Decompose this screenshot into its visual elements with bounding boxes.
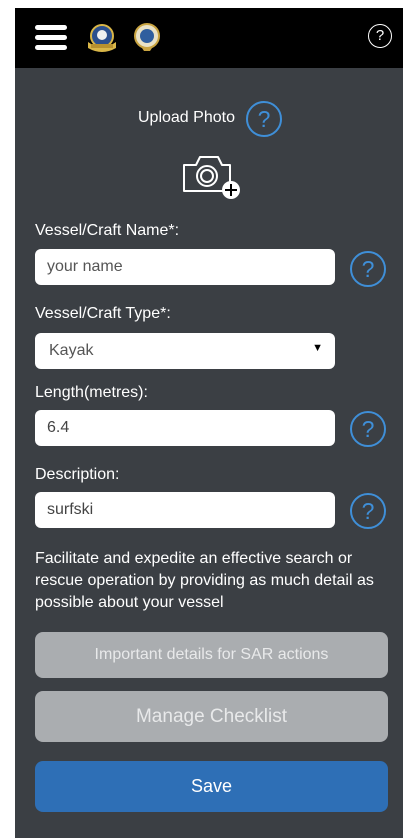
phone-frame: ? Upload Photo ? Vessel/Craft Name*: ? V… (0, 0, 403, 838)
vessel-type-label: Vessel/Craft Type*: (35, 305, 171, 322)
camera-add-icon[interactable] (180, 151, 244, 201)
description-input[interactable] (35, 492, 335, 528)
upload-help-icon[interactable]: ? (246, 101, 282, 137)
vessel-type-select[interactable]: Kayak ▼ (35, 333, 335, 369)
top-bar: ? (15, 8, 403, 68)
vessel-name-input[interactable] (35, 249, 335, 285)
coast-guard-emblem-logo (88, 24, 116, 52)
vessel-name-label: Vessel/Craft Name*: (35, 222, 180, 239)
vessel-type-value: Kayak (49, 342, 94, 359)
length-label: Length(metres): (35, 384, 148, 401)
save-button[interactable]: Save (35, 761, 388, 812)
vessel-name-help-icon[interactable]: ? (350, 251, 386, 287)
help-icon[interactable]: ? (368, 24, 392, 48)
upload-photo-label: Upload Photo (138, 109, 235, 126)
sar-details-button[interactable]: Important details for SAR actions (35, 632, 388, 678)
length-input[interactable] (35, 410, 335, 446)
description-help-icon[interactable]: ? (350, 493, 386, 529)
length-help-icon[interactable]: ? (350, 411, 386, 447)
description-label: Description: (35, 466, 120, 483)
dropdown-arrow-icon: ▼ (312, 342, 323, 354)
hamburger-menu-icon[interactable] (35, 25, 67, 51)
info-text: Facilitate and expedite an effective sea… (35, 550, 374, 611)
round-seal-emblem-logo (134, 23, 160, 51)
manage-checklist-button[interactable]: Manage Checklist (35, 691, 388, 742)
app-screen: ? Upload Photo ? Vessel/Craft Name*: ? V… (15, 8, 403, 838)
